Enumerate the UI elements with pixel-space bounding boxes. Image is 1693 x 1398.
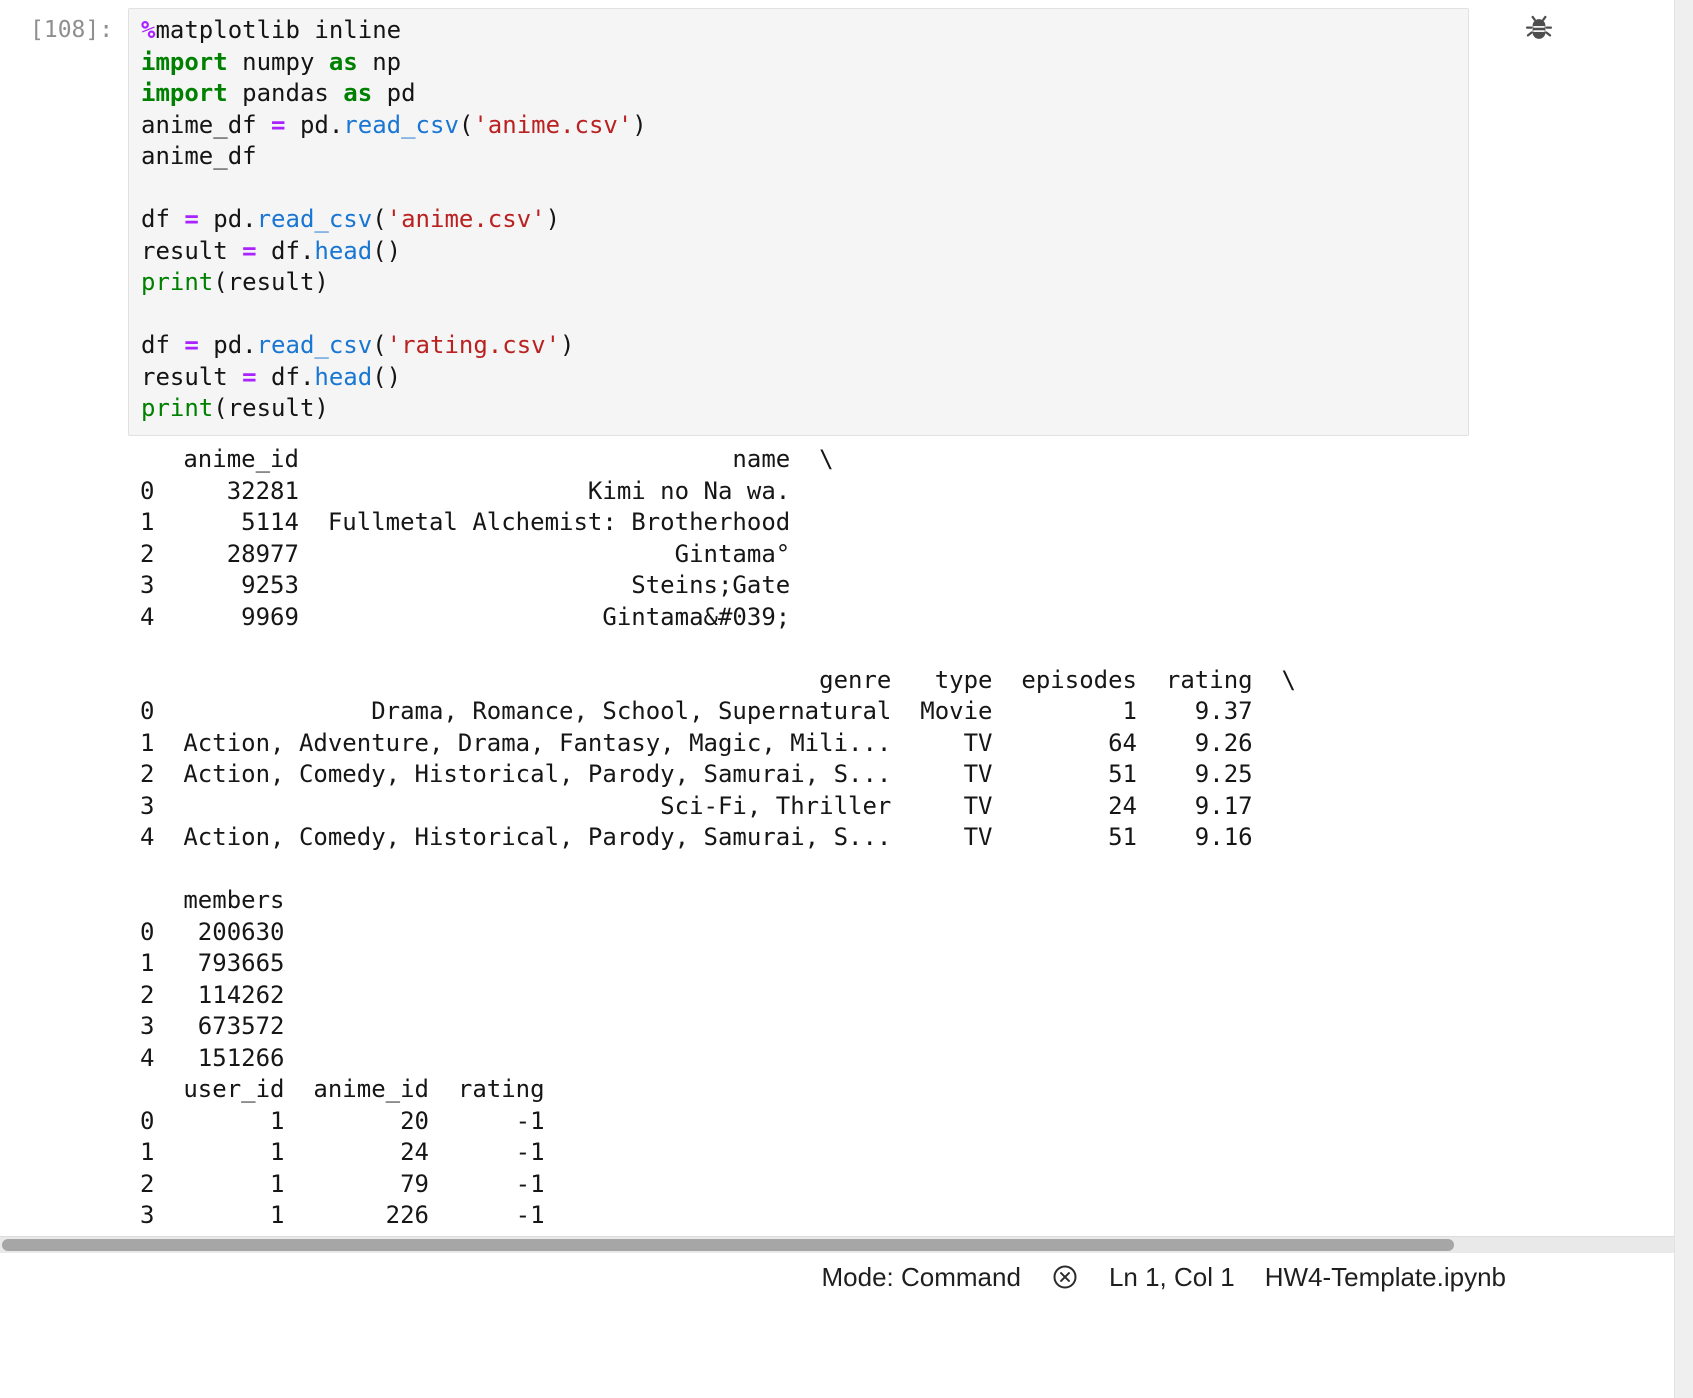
code-cell-editor[interactable]: %matplotlib inline import numpy as np impo… [128, 8, 1469, 436]
execution-count: [108]: [30, 17, 114, 43]
bug-icon [1522, 12, 1556, 49]
command-mode-indicator[interactable]: Mode: Command [822, 1262, 1021, 1293]
cell-output-area: anime_id name \ 0 32281 Kimi no Na wa. 1… [140, 444, 1640, 1238]
notebook-filename: HW4-Template.ipynb [1264, 1261, 1506, 1292]
horizontal-scrollbar-track[interactable] [0, 1236, 1674, 1253]
debugger-button[interactable] [1519, 10, 1559, 50]
code-content: %matplotlib inline import numpy as np impo… [141, 16, 647, 422]
vertical-scrollbar-track[interactable] [1674, 0, 1693, 1398]
output-text: anime_id name \ 0 32281 Kimi no Na wa. 1… [140, 445, 1296, 1238]
circle-x-icon[interactable] [1051, 1263, 1079, 1291]
horizontal-scrollbar-thumb[interactable] [2, 1239, 1454, 1251]
cursor-position-indicator[interactable]: Ln 1, Col 1 [1109, 1262, 1235, 1293]
status-bar: Mode: Command Ln 1, Col 1 HW4-Template.i… [0, 1256, 1674, 1298]
